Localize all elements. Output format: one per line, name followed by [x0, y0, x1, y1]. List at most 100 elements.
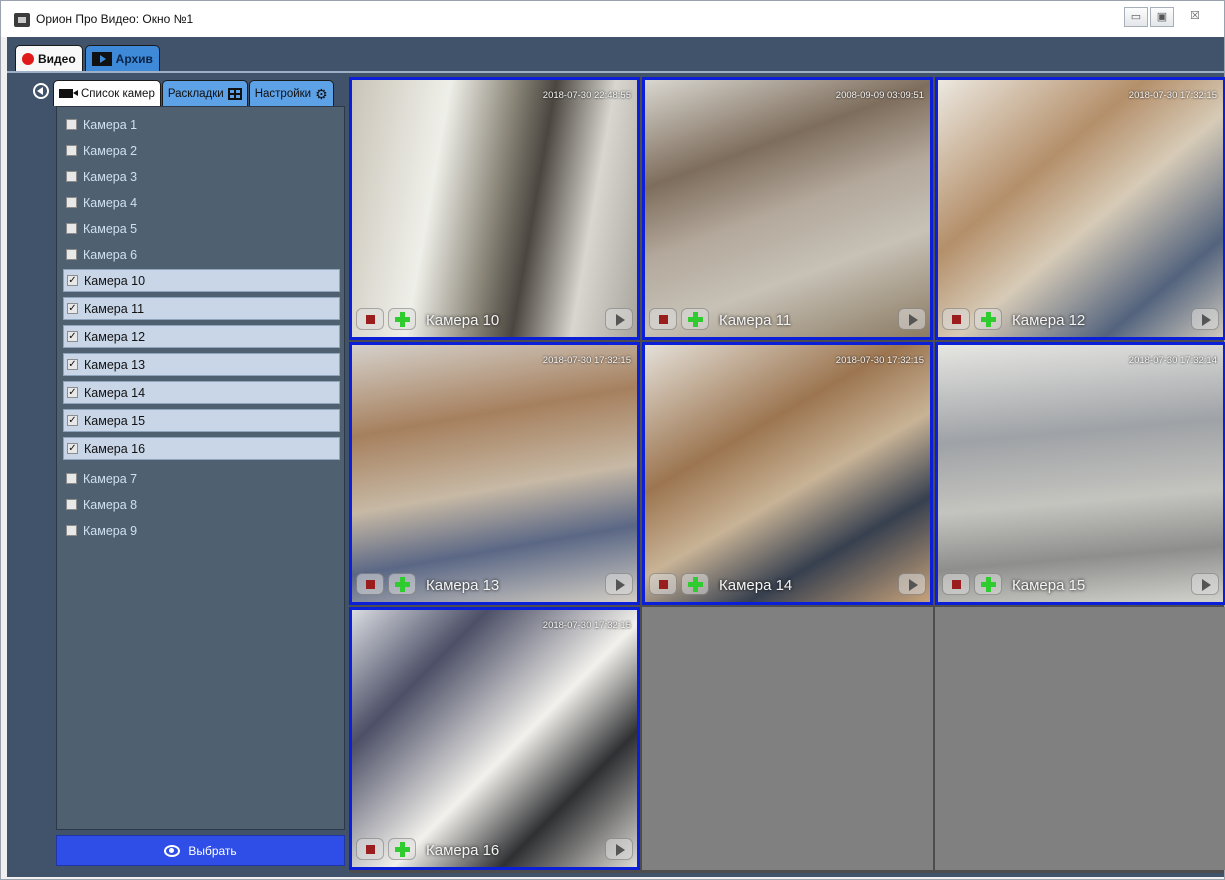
stop-record-icon[interactable] — [356, 308, 384, 330]
checkbox-unchecked[interactable] — [66, 499, 77, 510]
add-green-plus-icon[interactable] — [681, 573, 709, 595]
play-icon[interactable] — [1191, 308, 1219, 330]
add-green-plus-icon[interactable] — [388, 308, 416, 330]
checkbox-checked[interactable]: ✓ — [67, 303, 78, 314]
tab-settings[interactable]: Настройки ⚙ — [248, 80, 334, 106]
checkbox-unchecked[interactable] — [66, 473, 77, 484]
add-green-plus-icon[interactable] — [974, 308, 1002, 330]
camera-list-item[interactable]: ✓ Камера 15 — [63, 409, 340, 432]
video-timestamp: 2018-07-30 22:48:55 — [542, 90, 631, 101]
window-title: Орион Про Видео: Окно №1 — [36, 12, 194, 26]
camera-feed-image — [352, 80, 637, 337]
film-icon — [91, 51, 112, 66]
add-green-plus-icon[interactable] — [681, 308, 709, 330]
camera-list-item[interactable]: ✓ Камера 10 — [63, 269, 340, 292]
checkbox-checked[interactable]: ✓ — [67, 415, 78, 426]
tab-video[interactable]: Видео — [15, 45, 83, 71]
video-cell[interactable]: 2018-07-30 17:32:14 Камера 15 — [935, 342, 1225, 605]
maximize-button[interactable]: ▣ — [1150, 7, 1174, 27]
video-cell[interactable]: 2018-07-30 17:32:15 Камера 14 — [642, 342, 933, 605]
camera-list-item-label: Камера 4 — [83, 195, 138, 210]
checkbox-unchecked[interactable] — [66, 119, 77, 130]
video-cell[interactable]: 2018-07-30 17:32:15 Камера 16 — [349, 607, 640, 870]
select-button[interactable]: Выбрать — [56, 835, 345, 866]
stop-record-icon[interactable] — [356, 573, 384, 595]
camera-feed-image — [645, 345, 930, 602]
camera-list-item[interactable]: ✓ Камера 12 — [63, 325, 340, 348]
play-icon[interactable] — [605, 308, 633, 330]
camera-list-item-label: Камера 9 — [83, 523, 138, 538]
play-icon[interactable] — [898, 308, 926, 330]
main-window: Орион Про Видео: Окно №1 ▭ ▣ ☒ Видео Арх… — [0, 0, 1225, 880]
title-bar: Орион Про Видео: Окно №1 ▭ ▣ ☒ — [1, 1, 1224, 37]
checkbox-checked[interactable]: ✓ — [67, 387, 78, 398]
video-grid: 2018-07-30 22:48:55 Камера 10 2008-09-09 0… — [349, 77, 1225, 873]
app-body: Видео Архив Список камер Раскладки Настр… — [7, 37, 1225, 877]
stop-record-icon[interactable] — [942, 573, 970, 595]
checkbox-checked[interactable]: ✓ — [67, 275, 78, 286]
video-timestamp: 2018-07-30 17:32:15 — [542, 620, 631, 631]
tab-archive[interactable]: Архив — [84, 45, 160, 71]
camera-list-item[interactable]: ✓ Камера 11 — [63, 297, 340, 320]
camera-list-item-label: Камера 5 — [83, 221, 138, 236]
minimize-button[interactable]: ▭ — [1124, 7, 1148, 27]
camera-list-item[interactable]: Камера 1 — [63, 113, 340, 136]
video-camera-label: Камера 15 — [1012, 577, 1086, 594]
camera-feed-image — [352, 345, 637, 602]
camera-list-item[interactable]: ✓ Камера 13 — [63, 353, 340, 376]
stop-record-icon[interactable] — [942, 308, 970, 330]
eye-icon — [164, 844, 181, 857]
checkbox-unchecked[interactable] — [66, 197, 77, 208]
play-icon[interactable] — [605, 838, 633, 860]
checkbox-unchecked[interactable] — [66, 171, 77, 182]
tab-video-label: Видео — [38, 51, 76, 66]
video-cell[interactable]: 2008-09-09 03:09:51 Камера 11 — [642, 77, 933, 340]
checkbox-unchecked[interactable] — [66, 525, 77, 536]
video-cell[interactable]: 2018-07-30 17:32:15 Камера 12 — [935, 77, 1225, 340]
stop-record-icon[interactable] — [356, 838, 384, 860]
camera-feed-image — [352, 610, 637, 867]
camera-list-item[interactable]: ✓ Камера 16 — [63, 437, 340, 460]
video-cell[interactable]: 2018-07-30 22:48:55 Камера 10 — [349, 77, 640, 340]
camera-list-item-label: Камера 10 — [84, 273, 146, 288]
camera-list-item[interactable]: Камера 8 — [63, 493, 340, 516]
empty-video-cell[interactable] — [642, 607, 933, 870]
checkbox-checked[interactable]: ✓ — [67, 331, 78, 342]
camera-list-item[interactable]: Камера 4 — [63, 191, 340, 214]
camera-list-item-label: Камера 8 — [83, 497, 138, 512]
camera-list-item[interactable]: Камера 3 — [63, 165, 340, 188]
play-icon[interactable] — [898, 573, 926, 595]
layout-grid-icon — [227, 87, 242, 100]
record-dot-icon — [22, 52, 34, 65]
checkbox-checked[interactable]: ✓ — [67, 443, 78, 454]
checkbox-unchecked[interactable] — [66, 145, 77, 156]
camera-list-item[interactable]: Камера 9 — [63, 519, 340, 542]
camera-list-item[interactable]: Камера 5 — [63, 217, 340, 240]
play-icon[interactable] — [605, 573, 633, 595]
collapse-panel-icon[interactable] — [33, 83, 49, 99]
add-green-plus-icon[interactable] — [388, 573, 416, 595]
stop-record-icon[interactable] — [649, 573, 677, 595]
video-timestamp: 2018-07-30 17:32:15 — [835, 355, 924, 366]
checkbox-unchecked[interactable] — [66, 249, 77, 260]
empty-video-cell[interactable] — [935, 607, 1225, 870]
play-icon[interactable] — [1191, 573, 1219, 595]
camera-list-item[interactable]: ✓ Камера 14 — [63, 381, 340, 404]
tab-camera-list[interactable]: Список камер — [53, 80, 161, 106]
camera-list-item[interactable]: Камера 2 — [63, 139, 340, 162]
checkbox-checked[interactable]: ✓ — [67, 359, 78, 370]
tab-settings-label: Настройки — [254, 87, 312, 100]
close-button[interactable]: ☒ — [1176, 7, 1214, 27]
checkbox-unchecked[interactable] — [66, 223, 77, 234]
camera-list-item[interactable]: Камера 7 — [63, 467, 340, 490]
camera-list-item[interactable]: Камера 6 — [63, 243, 340, 266]
video-camera-label: Камера 10 — [426, 312, 500, 329]
add-green-plus-icon[interactable] — [974, 573, 1002, 595]
tab-camera-list-label: Список камер — [81, 87, 155, 100]
add-green-plus-icon[interactable] — [388, 838, 416, 860]
camera-list-item-label: Камера 12 — [84, 329, 146, 344]
tab-layouts[interactable]: Раскладки — [161, 80, 248, 106]
stop-record-icon[interactable] — [649, 308, 677, 330]
video-cell[interactable]: 2018-07-30 17:32:15 Камера 13 — [349, 342, 640, 605]
video-timestamp: 2008-09-09 03:09:51 — [835, 90, 924, 101]
